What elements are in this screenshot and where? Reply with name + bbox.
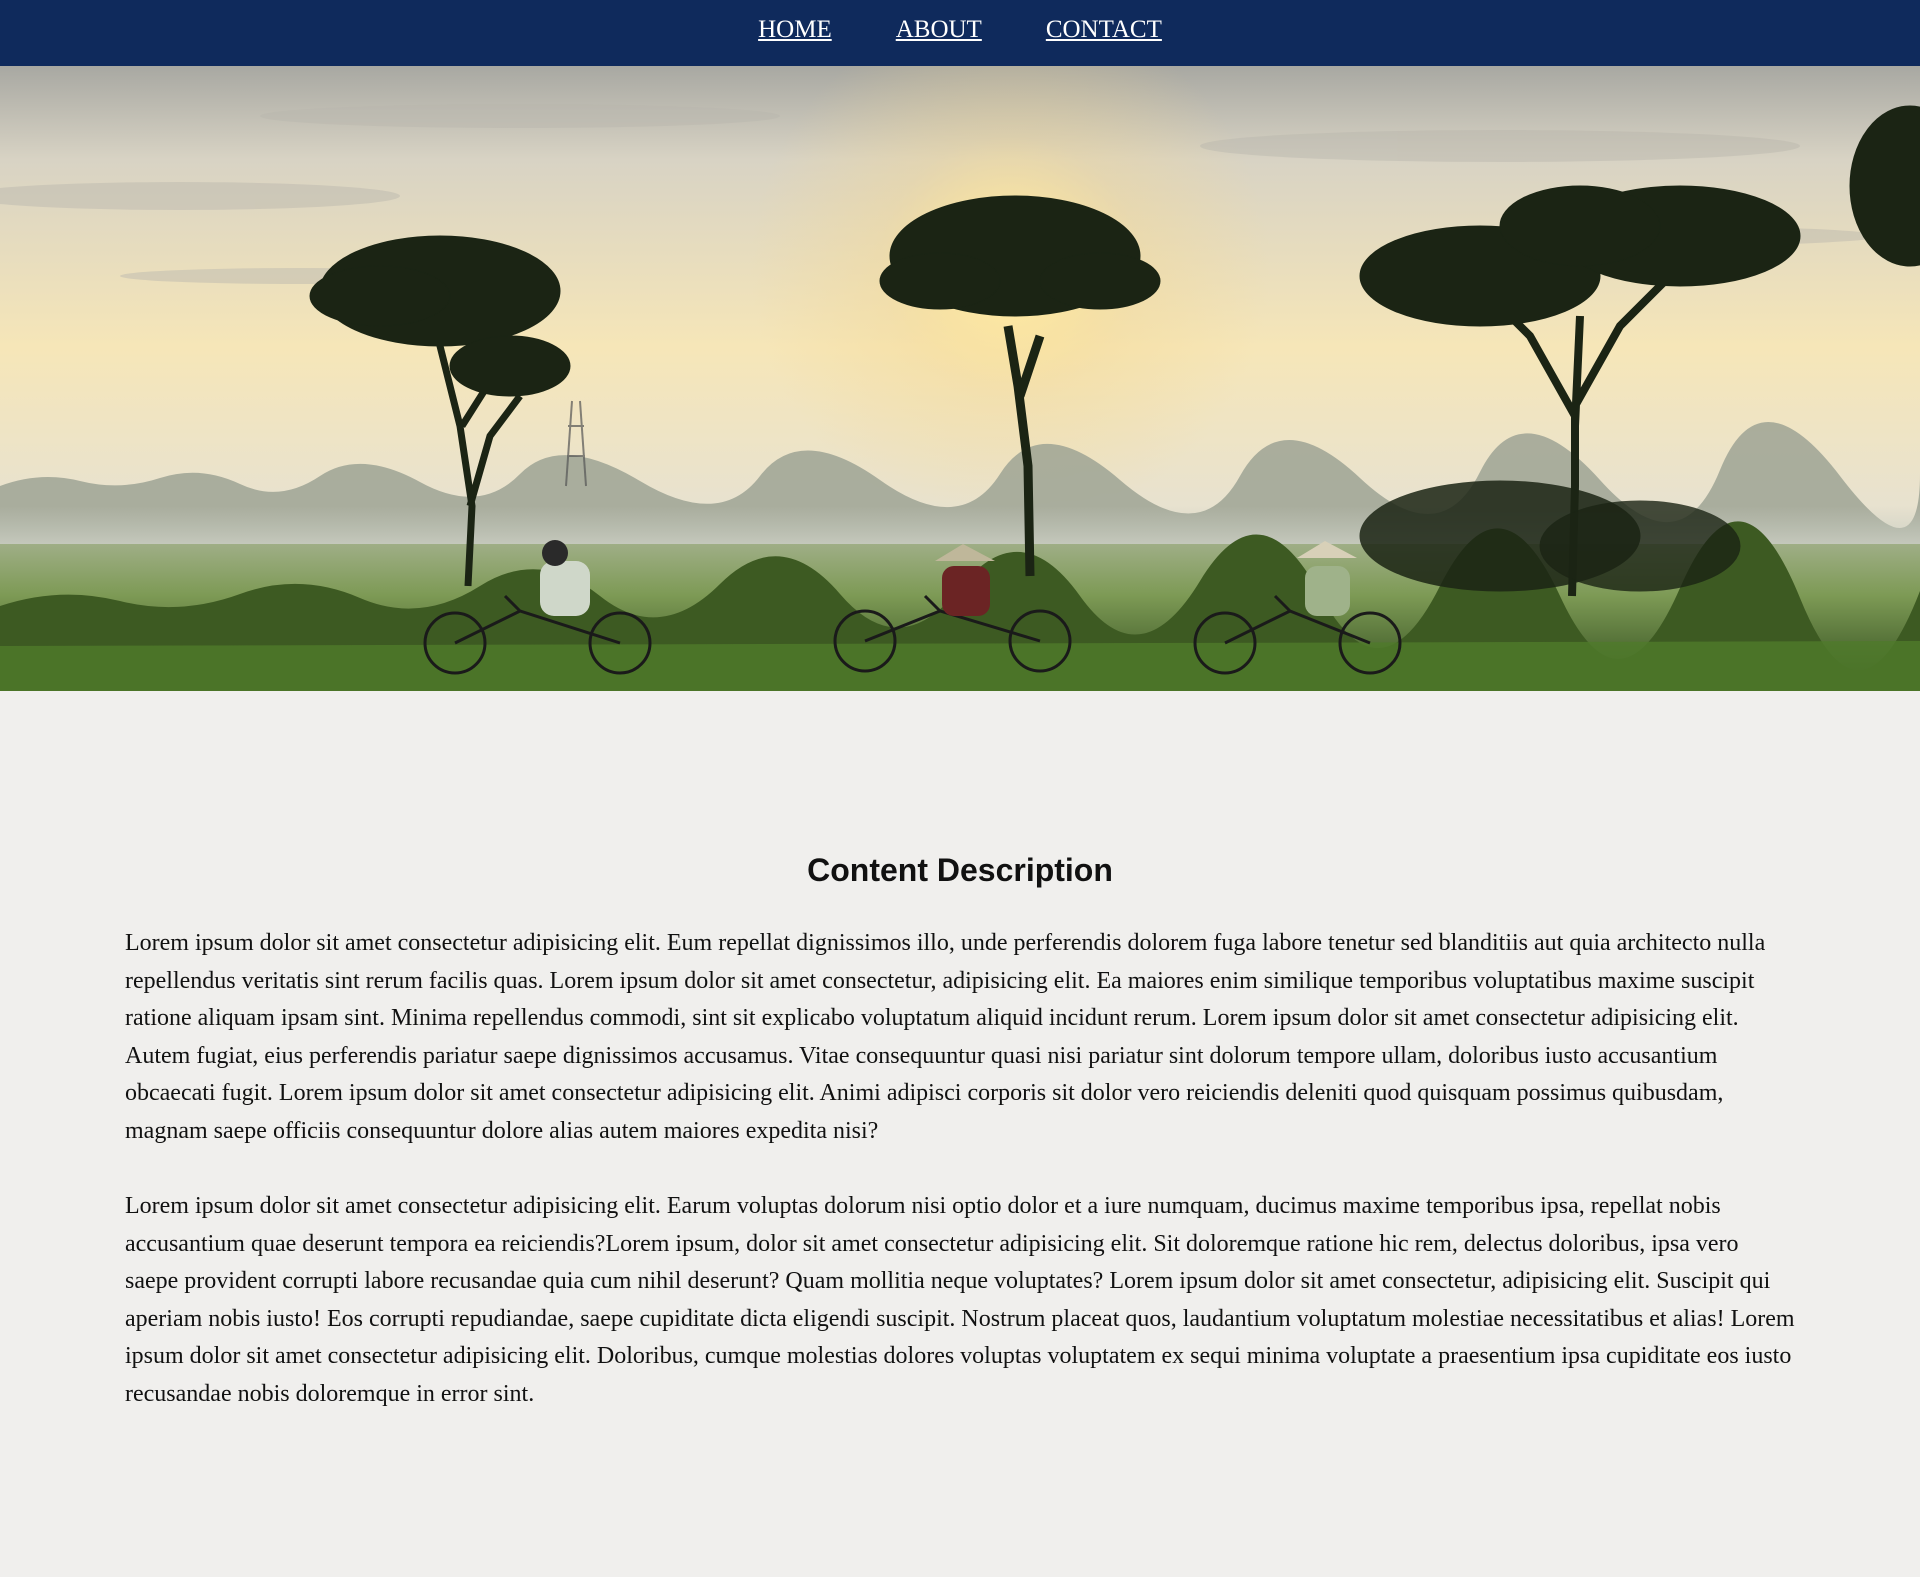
content-section: Content Description Lorem ipsum dolor si… [125, 845, 1795, 1451]
content-paragraph: Lorem ipsum dolor sit amet consectetur a… [125, 930, 1766, 1144]
nav-link-about[interactable]: ABOUT [896, 0, 982, 63]
landscape-photo-icon [0, 66, 1920, 691]
content-paragraph: Lorem ipsum dolor sit amet consectetur a… [125, 1193, 1795, 1407]
nav-links: HOME ABOUT CONTACT [0, 0, 1920, 66]
top-navbar: HOME ABOUT CONTACT [0, 0, 1920, 66]
nav-link-contact[interactable]: CONTACT [1046, 0, 1162, 63]
hero-image [0, 66, 1920, 691]
nav-link-home[interactable]: HOME [758, 0, 832, 63]
content-title: Content Description [807, 852, 1113, 888]
